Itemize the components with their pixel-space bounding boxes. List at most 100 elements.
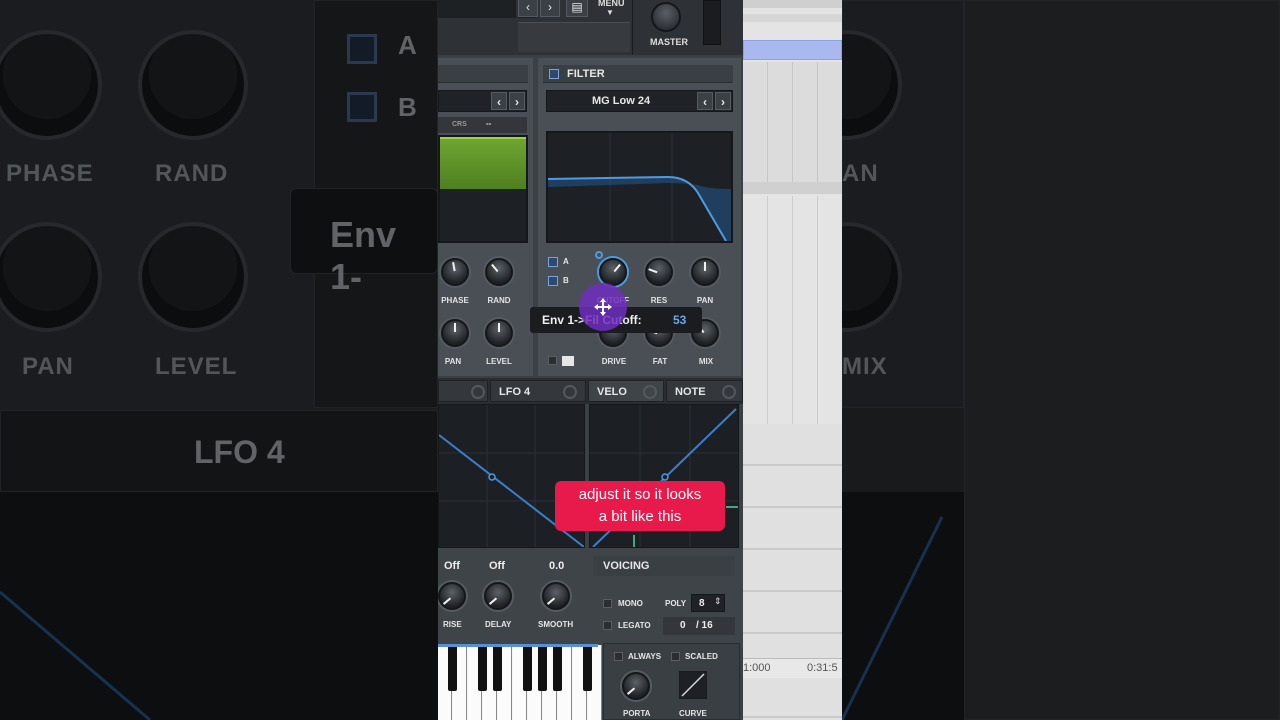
poly-count-value: 8 — [699, 598, 705, 609]
master-meter — [703, 0, 721, 45]
crs-value[interactable]: -- — [486, 119, 491, 128]
daw-grid-area — [743, 62, 842, 182]
move-cursor-icon — [594, 298, 612, 316]
black-key[interactable] — [478, 645, 487, 691]
caption-line-1: adjust it so it looks — [578, 486, 702, 503]
mono-checkbox[interactable] — [603, 599, 612, 608]
mod-source-indicator — [595, 251, 603, 259]
voice-count-display: 0 / 16 — [663, 617, 735, 635]
black-key[interactable] — [523, 645, 532, 691]
timeline-mark-1: 1:000 — [743, 662, 771, 674]
blurred-background-right: AN MIX — [842, 0, 1280, 720]
daw-track-lane — [743, 196, 842, 424]
cutoff-knob[interactable] — [599, 258, 627, 286]
osc-pan-knob[interactable] — [441, 319, 469, 347]
velo-ring-icon — [643, 385, 657, 399]
master-knob[interactable] — [651, 2, 681, 32]
filter-response-display — [546, 131, 733, 243]
daw-selected-clip[interactable] — [743, 40, 842, 60]
porta-knob[interactable] — [622, 672, 650, 700]
level-label: LEVEL — [486, 357, 512, 366]
tab-note-label: NOTE — [675, 386, 706, 398]
black-key[interactable] — [448, 645, 457, 691]
osc-prev-button[interactable]: ‹ — [491, 92, 507, 110]
video-caption: adjust it so it looks a bit like this — [555, 481, 725, 531]
note-ring-icon — [722, 385, 736, 399]
smooth-label: SMOOTH — [538, 620, 574, 629]
tab-lfo3[interactable] — [438, 380, 488, 402]
osc-next-button[interactable]: › — [509, 92, 525, 110]
legato-checkbox[interactable] — [603, 621, 612, 630]
poly-count-stepper[interactable]: 8 ⇕ — [691, 594, 725, 612]
daw-divider — [743, 182, 842, 194]
voices-total: / 16 — [696, 620, 713, 631]
scaled-label: SCALED — [685, 652, 718, 661]
blurred-background-left: PHASE RAND PAN LEVEL A B Env 1- LFO 4 — [0, 0, 438, 720]
daw-arrangement-strip: 1:000 0:31:5 — [743, 0, 842, 720]
always-label: ALWAYS — [628, 652, 662, 661]
filter-pan-label: PAN — [696, 296, 714, 305]
filter-keytrack-checkbox[interactable] — [548, 356, 557, 365]
rise-knob[interactable] — [438, 582, 466, 610]
osc-wavetable-select[interactable]: ‹ › — [438, 90, 527, 112]
preset-prev-button[interactable]: ‹ — [518, 0, 538, 17]
black-key[interactable] — [538, 645, 547, 691]
scaled-checkbox[interactable] — [671, 652, 680, 661]
lfo3-ring-icon — [471, 385, 485, 399]
drive-label: DRIVE — [601, 357, 627, 366]
rand-knob[interactable] — [485, 258, 513, 286]
filter-title: FILTER — [567, 68, 605, 80]
mono-label: MONO — [618, 599, 643, 608]
delay-knob[interactable] — [484, 582, 512, 610]
piano-keyboard[interactable] — [438, 645, 602, 720]
rise-label: RISE — [443, 620, 462, 629]
black-key[interactable] — [553, 645, 562, 691]
tab-velo[interactable]: VELO — [588, 380, 664, 402]
filter-prev-button[interactable]: ‹ — [697, 92, 713, 110]
bg-check-a — [347, 34, 377, 64]
timeline-mark-2: 0:31:5 — [807, 662, 838, 674]
daw-timeline: 1:000 0:31:5 — [743, 658, 842, 678]
video-frame: PHASE RAND PAN LEVEL A B Env 1- LFO 4 AN… — [0, 0, 1280, 720]
res-knob[interactable] — [645, 258, 673, 286]
level-knob[interactable] — [485, 319, 513, 347]
curve-label: CURVE — [679, 709, 707, 718]
tab-lfo4-label: LFO 4 — [499, 386, 531, 398]
bg-label-phase: PHASE — [6, 160, 94, 187]
osc-panel-header — [438, 65, 528, 83]
curve-shape-icon[interactable] — [679, 671, 707, 699]
menu-button[interactable]: MENU — [598, 0, 625, 8]
filter-pan-knob[interactable] — [691, 258, 719, 286]
preset-next-button[interactable]: › — [540, 0, 560, 17]
bg-label-b: B — [398, 92, 417, 122]
filter-enable-checkbox[interactable] — [549, 69, 559, 79]
bg-graph — [0, 492, 438, 720]
phase-knob[interactable] — [441, 258, 469, 286]
porta-label: PORTA — [623, 709, 651, 718]
rand-label: RAND — [487, 296, 511, 305]
keytrack-icon — [562, 356, 574, 366]
daw-row — [743, 14, 842, 22]
tab-velo-label: VELO — [597, 386, 627, 398]
smooth-knob[interactable] — [542, 582, 570, 610]
filter-route-b-checkbox[interactable] — [548, 276, 558, 286]
divider — [632, 0, 633, 55]
daw-row — [743, 0, 842, 8]
keyboard-range-bar — [438, 644, 598, 647]
top-panel-strip — [518, 22, 630, 52]
menu-arrow-icon: ▼ — [606, 8, 614, 17]
osc-pan-label: PAN — [444, 357, 462, 366]
osc-crs-row: CRS -- — [438, 117, 527, 133]
black-key[interactable] — [493, 645, 502, 691]
filter-type-select[interactable]: MG Low 24 ‹ › — [546, 90, 733, 112]
bg-knob-pan — [0, 222, 102, 332]
black-key[interactable] — [583, 645, 592, 691]
filter-route-a-checkbox[interactable] — [548, 257, 558, 267]
save-icon[interactable]: ▤ — [566, 0, 588, 17]
preset-field[interactable] — [438, 0, 516, 18]
tab-lfo4[interactable]: LFO 4 — [490, 380, 586, 402]
bg-right-label-an: AN — [842, 160, 879, 187]
filter-next-button[interactable]: › — [715, 92, 731, 110]
tab-note[interactable]: NOTE — [666, 380, 743, 402]
always-checkbox[interactable] — [614, 652, 623, 661]
